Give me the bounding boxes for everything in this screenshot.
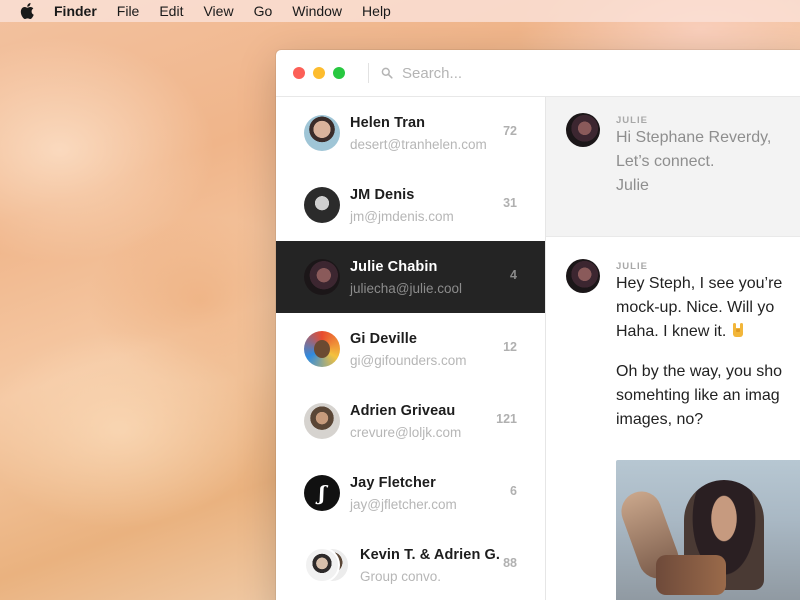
contact-email: crevure@loljk.com [350,424,462,440]
menu-app-finder[interactable]: Finder [54,3,97,19]
message-count-badge: 12 [503,340,517,354]
contact-item-jay-fletcher[interactable]: ʃ Jay Fletcher jay@jfletcher.com 6 [276,457,545,529]
message-text: images, no? [616,411,704,428]
message-text: Hey Steph, I see you’re [616,275,783,292]
contact-email: desert@tranhelen.com [350,136,487,152]
contact-name: JM Denis [350,186,415,203]
contact-item-jm-denis[interactable]: JM Denis jm@jmdenis.com 31 [276,169,545,241]
contact-name: Jay Fletcher [350,474,436,491]
search-input[interactable] [402,64,702,82]
avatar [566,113,600,147]
menu-bar: Finder File Edit View Go Window Help [0,0,800,22]
contact-name: Helen Tran [350,114,426,131]
message-count-badge: 31 [503,196,517,210]
message-count-badge: 6 [510,484,517,498]
avatar [304,115,340,151]
toolbar-divider [368,63,369,83]
avatar: ʃ [304,475,340,511]
message-text: somehting like an imag [616,387,780,404]
contact-list: Helen Tran desert@tranhelen.com 72 JM De… [276,97,546,600]
search-icon [381,67,393,79]
messages-window: Helen Tran desert@tranhelen.com 72 JM De… [276,50,800,600]
apple-icon[interactable] [20,3,34,19]
message-count-badge: 121 [496,412,517,426]
contact-email: Group convo. [360,568,442,584]
avatar [566,259,600,293]
window-body: Helen Tran desert@tranhelen.com 72 JM De… [276,97,800,600]
rock-hand-emoji-icon [731,322,745,338]
message-text: mock-up. Nice. Will yo [616,299,775,316]
message-thread: JULIE Hi Stephane Reverdy, Let’s connect… [546,97,800,600]
message-sender: JULIE [616,115,648,126]
avatar [304,331,340,367]
contact-email: jay@jfletcher.com [350,496,457,512]
message-text-with-emoji: Haha. I knew it. [616,320,800,344]
menu-window[interactable]: Window [292,3,342,19]
contact-email: jm@jmdenis.com [350,208,454,224]
contact-name: Kevin T. & Adrien G. [360,546,501,563]
contact-email: juliecha@julie.cool [350,280,463,296]
image-attachment[interactable] [616,460,800,600]
message-text: Haha. I knew it. [616,323,727,340]
menu-go[interactable]: Go [254,3,273,19]
message-count-badge: 72 [503,124,517,138]
avatar [304,187,340,223]
contact-name: Gi Deville [350,330,418,347]
contact-item-group-convo[interactable]: Kevin T. & Adrien G. Group convo. 88 [276,529,545,600]
title-bar [276,50,800,97]
contact-item-gi-deville[interactable]: Gi Deville gi@gifounders.com 12 [276,313,545,385]
message-text: Hi Stephane Reverdy, [616,129,772,146]
avatar [304,259,340,295]
avatar [304,547,340,583]
message-text: Let’s connect. [616,153,715,170]
message-text: Julie [616,177,649,194]
menu-view[interactable]: View [203,3,233,19]
contact-item-julie-chabin[interactable]: Julie Chabin juliecha@julie.cool 4 [276,241,545,313]
message-count-badge: 4 [510,268,517,282]
avatar-logo-letter: ʃ [318,481,326,505]
message-sender: JULIE [616,261,648,272]
message-count-badge: 88 [503,556,517,570]
contact-email: gi@gifounders.com [350,352,467,368]
avatar [304,403,340,439]
menu-edit[interactable]: Edit [159,3,183,19]
message-item: JULIE Hi Stephane Reverdy, Let’s connect… [546,97,800,237]
group-avatar [304,547,350,583]
contact-name: Julie Chabin [350,258,438,275]
minimize-button[interactable] [313,67,325,79]
message-text: Oh by the way, you sho [616,363,783,380]
close-button[interactable] [293,67,305,79]
menu-file[interactable]: File [117,3,140,19]
message-item: JULIE Hey Steph, I see you’re mock-up. N… [546,237,800,600]
maximize-button[interactable] [333,67,345,79]
contact-name: Adrien Griveau [350,402,456,419]
contact-item-helen-tran[interactable]: Helen Tran desert@tranhelen.com 72 [276,97,545,169]
menu-help[interactable]: Help [362,3,391,19]
contact-item-adrien-griveau[interactable]: Adrien Griveau crevure@loljk.com 121 [276,385,545,457]
